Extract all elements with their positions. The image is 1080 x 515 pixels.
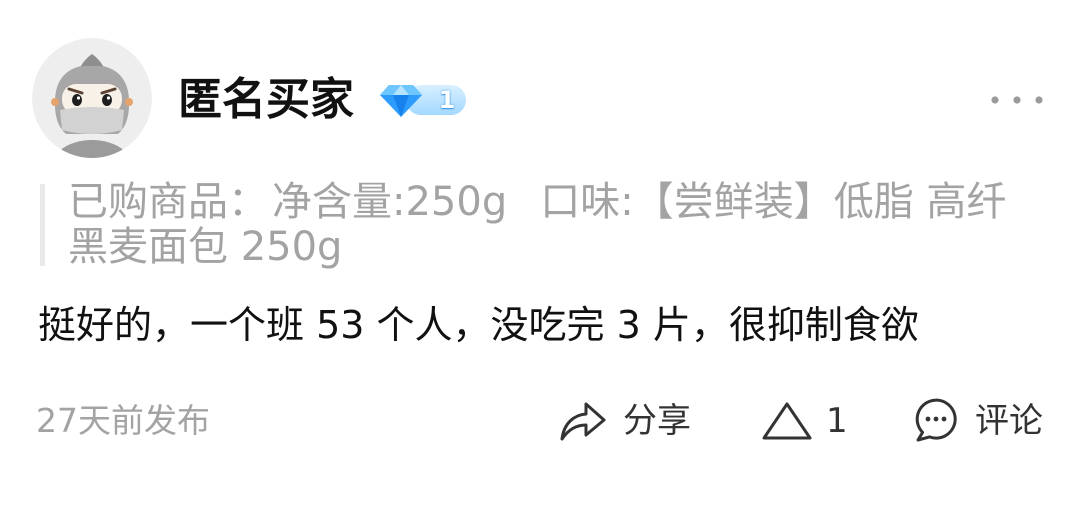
user-name-row: 匿名买家 1 (178, 76, 468, 124)
avatar (32, 38, 152, 158)
username: 匿名买家 (178, 74, 354, 125)
purchased-line-1: 已购商品： 净含量:250g 口味:【尝鲜装】低脂 高纤 (68, 180, 1048, 225)
quote-bar (40, 184, 45, 266)
comment-icon (915, 398, 957, 442)
share-label: 分享 (623, 401, 691, 441)
posted-time: 27天前发布 (36, 401, 210, 440)
spec-flavor-continued: 黑麦面包 250g (68, 224, 343, 270)
more-dots-icon (991, 96, 1043, 104)
purchased-item-info: 已购商品： 净含量:250g 口味:【尝鲜装】低脂 高纤 黑麦面包 250g (68, 180, 1048, 270)
more-options-button[interactable] (986, 90, 1048, 110)
badge-level: 1 (438, 86, 456, 114)
purchased-label: 已购商品： (68, 180, 268, 225)
review-card: 匿名买家 1 已购商品： 净含量:250g 口味:【尝鲜装】低脂 高纤 黑麦面包 2… (0, 0, 1080, 515)
upvote-triangle-icon (762, 402, 812, 440)
share-button[interactable]: 分享 (558, 398, 691, 444)
spec-net-content: 净含量:250g (272, 180, 508, 225)
diamond-icon (380, 85, 422, 117)
upvote-button[interactable]: 1 (761, 398, 848, 444)
share-icon (560, 402, 606, 441)
comment-label: 评论 (975, 401, 1043, 441)
spec-flavor: 口味:【尝鲜装】低脂 高纤 (540, 180, 1007, 225)
upvote-count: 1 (826, 401, 848, 441)
purchased-line-2: 黑麦面包 250g (68, 225, 1048, 270)
review-content: 挺好的，一个班 53 个人，没吃完 3 片，很抑制食欲 (38, 303, 919, 347)
member-level-badge: 1 (380, 80, 468, 120)
anonymous-user-avatar-icon (32, 38, 152, 158)
comment-button[interactable]: 评论 (912, 398, 1043, 444)
